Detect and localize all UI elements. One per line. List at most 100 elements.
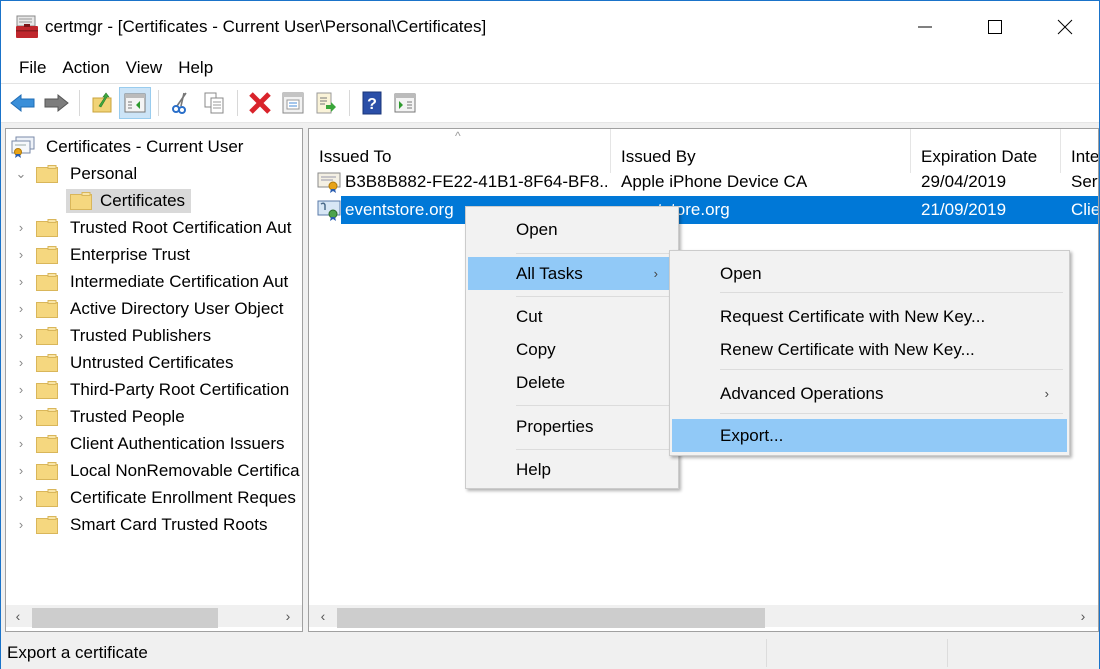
status-divider (766, 639, 767, 667)
submenu-request-certificate-new-key[interactable]: Request Certificate with New Key... (672, 300, 1067, 333)
table-row-selected[interactable]: eventstore.org eventstore.org 21/09/2019… (309, 196, 1098, 224)
chevron-right-icon[interactable]: › (12, 484, 30, 511)
help-button[interactable]: ? (356, 87, 388, 119)
submenu-open[interactable]: Open (672, 257, 1067, 290)
context-menu-all-tasks[interactable]: All Tasks › (468, 257, 676, 290)
chevron-right-icon[interactable]: › (12, 214, 30, 241)
menu-item-label: Advanced Operations (720, 384, 884, 403)
menu-help[interactable]: Help (170, 55, 221, 81)
tree-item-label: Untrusted Certificates (70, 352, 234, 372)
chevron-right-icon[interactable]: › (12, 511, 30, 538)
chevron-right-icon[interactable]: › (12, 376, 30, 403)
tree-item-label: Trusted Publishers (70, 325, 212, 345)
copy-button[interactable] (198, 87, 230, 119)
column-issued-to[interactable]: Issued To (309, 129, 611, 173)
cell-issued-to: B3B8B882-FE22-41B1-8F64-BF8... (345, 172, 607, 191)
folder-icon (36, 515, 58, 534)
certificates-store-icon (11, 136, 35, 158)
menu-bar: File Action View Help (1, 53, 1099, 83)
tree-item[interactable]: › Active Directory User Object (12, 295, 288, 322)
chevron-right-icon[interactable]: › (12, 457, 30, 484)
list-horizontal-scrollbar[interactable]: ‹ › (309, 605, 1098, 628)
context-menu-properties[interactable]: Properties (468, 410, 676, 443)
scroll-left-icon[interactable]: ‹ (8, 605, 28, 627)
tree-item[interactable]: › Local NonRemovable Certifica (12, 457, 302, 484)
tree-item[interactable]: › Trusted Publishers (12, 322, 215, 349)
back-button[interactable] (7, 87, 39, 119)
cell-expiration: 29/04/2019 (921, 172, 1007, 191)
tree-item[interactable]: › Client Authentication Issuers (12, 430, 289, 457)
tree-item-certificates[interactable]: Certificates (66, 187, 192, 214)
folder-icon (70, 191, 92, 210)
cut-button[interactable] (165, 87, 197, 119)
context-menu-help[interactable]: Help (468, 453, 676, 486)
maximize-button[interactable] (961, 1, 1029, 53)
certmgr-app-icon (16, 15, 38, 38)
tree-item[interactable]: › Certificate Enrollment Reques (12, 484, 300, 511)
context-menu-open[interactable]: Open (468, 213, 676, 246)
chevron-right-icon[interactable]: › (12, 430, 30, 457)
tree-item[interactable]: › Third-Party Root Certification (12, 376, 293, 403)
context-menu-cut[interactable]: Cut (468, 300, 676, 333)
tree-item-label: Trusted Root Certification Aut (70, 217, 292, 237)
tree-item-personal[interactable]: ⌄ Personal (12, 160, 141, 187)
delete-button[interactable] (244, 87, 276, 119)
tree-item[interactable]: › Trusted Root Certification Aut (12, 214, 295, 241)
show-hide-console-tree-icon (124, 93, 146, 113)
tree-horizontal-scrollbar[interactable]: ‹ › (6, 605, 302, 628)
tree-item[interactable]: › Enterprise Trust (12, 241, 194, 268)
toolbar-divider (1, 122, 1099, 123)
scroll-left-icon[interactable]: ‹ (313, 605, 333, 627)
folder-icon (36, 326, 58, 345)
certificate-icon (317, 172, 341, 193)
menu-separator (516, 253, 672, 254)
chevron-right-icon[interactable]: › (12, 349, 30, 376)
tree-item[interactable]: › Untrusted Certificates (12, 349, 237, 376)
properties-button[interactable] (277, 87, 309, 119)
tree-item[interactable]: › Smart Card Trusted Roots (12, 511, 271, 538)
scroll-right-icon[interactable]: › (1073, 605, 1093, 627)
folder-icon (36, 164, 58, 183)
column-issued-by[interactable]: Issued By (611, 129, 911, 173)
tree-root[interactable]: Certificates - Current User (10, 133, 247, 160)
folder-icon (36, 434, 58, 453)
certificate-with-key-icon (317, 200, 341, 221)
chevron-right-icon[interactable]: › (12, 403, 30, 430)
menu-action[interactable]: Action (54, 55, 117, 81)
table-row[interactable]: B3B8B882-FE22-41B1-8F64-BF8... Apple iPh… (309, 168, 1098, 196)
scroll-right-icon[interactable]: › (278, 605, 298, 627)
chevron-down-icon[interactable]: ⌄ (12, 160, 30, 187)
tree-item[interactable]: › Intermediate Certification Aut (12, 268, 292, 295)
show-hide-console-tree-button[interactable] (119, 87, 151, 119)
submenu-renew-certificate-new-key[interactable]: Renew Certificate with New Key... (672, 333, 1067, 366)
chevron-right-icon[interactable]: › (12, 322, 30, 349)
forward-button[interactable] (40, 87, 72, 119)
window-title: certmgr - [Certificates - Current User\P… (45, 17, 487, 36)
scroll-thumb[interactable] (337, 608, 765, 628)
show-hide-action-pane-button[interactable] (389, 87, 421, 119)
tree-item-label: Local NonRemovable Certifica (70, 460, 300, 480)
close-button[interactable] (1031, 1, 1099, 53)
menu-separator (516, 296, 672, 297)
tree-item-label: Smart Card Trusted Roots (70, 514, 268, 534)
chevron-right-icon[interactable]: › (12, 268, 30, 295)
submenu-advanced-operations[interactable]: Advanced Operations › (672, 377, 1067, 410)
submenu-export[interactable]: Export... (672, 419, 1067, 452)
scroll-thumb[interactable] (32, 608, 218, 628)
up-one-level-button[interactable] (86, 87, 118, 119)
tree-item[interactable]: › Trusted People (12, 403, 189, 430)
tree-item-label: Certificate Enrollment Reques (70, 487, 296, 507)
context-menu: Open All Tasks › Cut Copy Delete Propert… (465, 206, 679, 489)
cell-intended-purposes: Serv (1071, 172, 1098, 191)
menu-view[interactable]: View (118, 55, 171, 81)
tree-item-label: Certificates (100, 190, 186, 210)
chevron-right-icon[interactable]: › (12, 241, 30, 268)
context-menu-delete[interactable]: Delete (468, 366, 676, 399)
context-menu-copy[interactable]: Copy (468, 333, 676, 366)
minimize-button[interactable] (891, 1, 959, 53)
column-expiration-date[interactable]: Expiration Date (911, 129, 1061, 173)
menu-file[interactable]: File (11, 55, 54, 81)
export-list-button[interactable] (310, 87, 342, 119)
column-intended-purposes[interactable]: Inte (1061, 129, 1098, 173)
chevron-right-icon[interactable]: › (12, 295, 30, 322)
